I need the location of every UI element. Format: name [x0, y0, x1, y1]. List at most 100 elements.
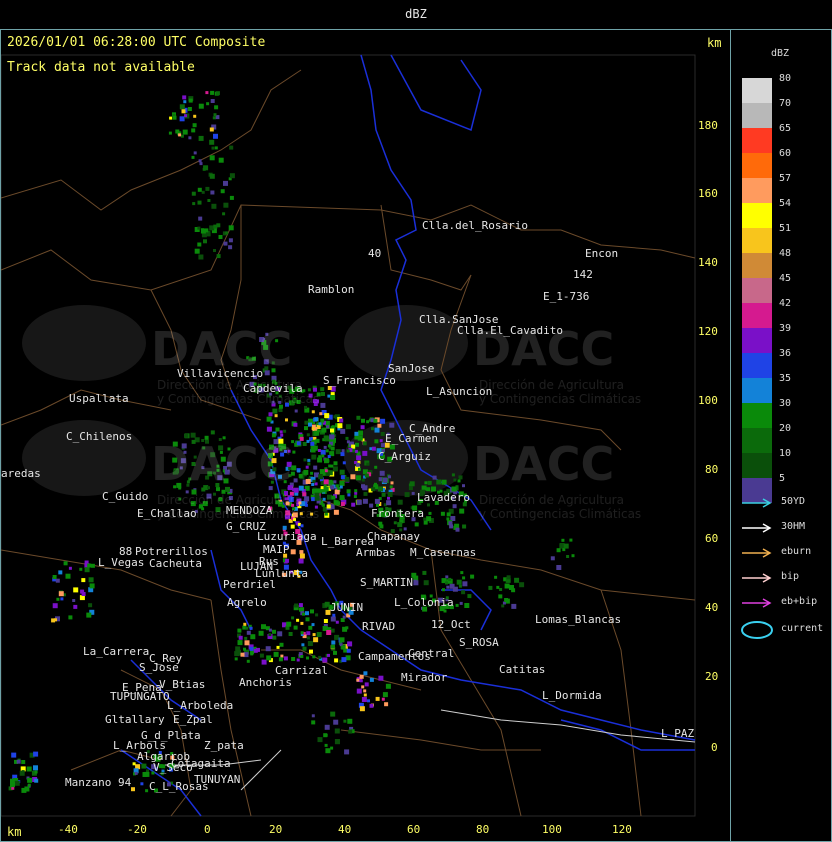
track-arrow-icon — [742, 548, 772, 558]
place-label-rivadavia: L_Colonia — [394, 596, 454, 609]
place-label-catitas: Catitas — [499, 663, 546, 676]
legend-swatch-label: 70 — [779, 98, 792, 109]
watermark-logo-text: DACC — [473, 437, 615, 491]
x-tick: 80 — [476, 823, 490, 836]
place-label-l-rosas: C_L_Rosas — [149, 780, 209, 793]
place-label-l-arboleda: L_Arboleda — [167, 699, 234, 712]
place-label-r142: 142 — [573, 268, 593, 281]
place-label-r40: 40 — [368, 247, 382, 260]
legend-swatch-label: 65 — [779, 123, 792, 134]
legend-swatch-label: 60 — [779, 148, 792, 159]
legend-swatch-label: 54 — [779, 198, 792, 209]
place-label-clla-rosario: Clla.del_Rosario — [422, 219, 528, 232]
place-label-ramblon: Ramblon — [308, 283, 355, 296]
legend-swatch — [742, 78, 772, 103]
watermark-logo-text: DACC — [151, 437, 293, 491]
y-tick: 80 — [705, 463, 719, 476]
legend-swatch — [742, 353, 772, 378]
radar-map-panel[interactable]: 2026/01/01 06:28:00 UTC Composite Track … — [0, 29, 731, 842]
place-label-luzuriaga: Luzuriaga — [257, 530, 317, 543]
window-title: dBZ — [405, 7, 427, 21]
place-label-encon: Encon — [585, 247, 619, 260]
legend-swatch — [742, 403, 772, 428]
legend-swatch — [742, 453, 772, 478]
place-label-villavicencio: Villavicencio — [177, 367, 264, 380]
legend-swatch-label: 80 — [779, 73, 792, 84]
y-tick: 140 — [698, 256, 718, 269]
title-bar: dBZ — [0, 0, 832, 30]
legend-swatch — [742, 328, 772, 353]
place-label-capdevila: Capdevila — [243, 382, 303, 395]
legend-panel: dBZ 80 70 65 60 57 54 51 48 45 42 39 36 35 30 20 10 5 50… — [730, 29, 832, 842]
legend-swatch — [742, 228, 772, 253]
legend-swatch — [742, 178, 772, 203]
place-label-paredas: aredas — [1, 467, 41, 480]
y-tick: 160 — [698, 187, 718, 200]
place-label-zpata: Z_pata — [204, 739, 244, 752]
legend-swatch-label: 36 — [779, 348, 792, 359]
legend-swatch-label: 30 — [779, 398, 792, 409]
track-label: 50YD — [781, 496, 806, 507]
legend-swatch — [742, 378, 772, 403]
place-label-cacheuta: Cacheuta — [149, 557, 202, 570]
place-label-lavadero: Lavadero — [417, 491, 470, 504]
y-tick: 20 — [705, 670, 719, 683]
x-tick: -20 — [127, 823, 147, 836]
legend-swatch — [742, 253, 772, 278]
track-arrow-icon — [742, 523, 772, 533]
place-label-c-arguiz: C_Arguiz — [378, 450, 431, 463]
place-label-s-francisco: S_Francisco — [323, 374, 396, 387]
place-label-gltallary: Gltallary — [105, 713, 165, 726]
track-arrow-icon — [742, 598, 772, 608]
current-label: current — [781, 623, 824, 634]
place-label-e-zpal: E_Zpal — [173, 713, 213, 726]
place-label-rivad: RIVAD — [362, 620, 396, 633]
y-tick: 60 — [705, 532, 719, 545]
watermark-caption: Dirección de Agricultura y Contingencias … — [479, 378, 642, 406]
place-label-s-jose: S_Jose — [139, 661, 179, 674]
legend-swatch — [742, 103, 772, 128]
current-ellipse-icon — [741, 621, 773, 639]
place-label-la-paz: L_PAZ — [661, 727, 695, 740]
watermark-caption: Dirección de Agricultura y Contingencias … — [479, 493, 642, 521]
place-label-e-carmen: E_Carmen — [385, 432, 438, 445]
place-label-cotagaita: Cotagaita — [171, 757, 231, 770]
place-label-m-casernas: M_Casernas — [410, 546, 477, 559]
track-arrow-icon — [742, 573, 772, 583]
x-tick: 100 — [542, 823, 562, 836]
legend-swatch-label: 51 — [779, 223, 792, 234]
place-label-armbas: Armbas — [356, 546, 396, 559]
place-label-l-dormida: L_Dormida — [542, 689, 602, 702]
y-tick: 100 — [698, 394, 718, 407]
x-tick: 120 — [612, 823, 632, 836]
track-arrow-icon — [742, 498, 772, 508]
place-label-e-challao: E_Challao — [137, 507, 197, 520]
place-label-clla-elcavadito: Clla.El_Cavadito — [457, 324, 563, 337]
place-label-l2oct: 12_Oct — [431, 618, 471, 631]
place-label-agrelo: Agrelo — [227, 596, 267, 609]
legend-swatch-label: 57 — [779, 173, 792, 184]
y-tick: 120 — [698, 325, 718, 338]
legend-swatch — [742, 153, 772, 178]
legend-swatch — [742, 128, 772, 153]
place-label-s-martin: S_MARTIN — [360, 576, 413, 589]
place-label-central: Central — [408, 647, 455, 660]
place-label-anchoris: Anchoris — [239, 676, 292, 689]
legend-title: dBZ — [771, 48, 790, 59]
place-label-e1736: E_1-736 — [543, 290, 590, 303]
x-tick: 60 — [407, 823, 421, 836]
x-tick: 40 — [338, 823, 352, 836]
legend-swatch — [742, 203, 772, 228]
y-tick: 0 — [711, 741, 718, 754]
place-label-mirador: Mirador — [401, 671, 448, 684]
place-label-lomas-blancas: Lomas_Blancas — [535, 613, 622, 626]
track-label: bip — [781, 571, 800, 582]
place-label-la-carrera: La_Carrera — [83, 645, 150, 658]
place-label-c-guido: C_Guido — [102, 490, 149, 503]
legend-swatch-label: 39 — [779, 323, 792, 334]
track-label: eburn — [781, 546, 812, 557]
legend-swatch-label: 10 — [779, 448, 792, 459]
legend-swatch — [742, 303, 772, 328]
place-label-c-chilenos: C_Chilenos — [66, 430, 133, 443]
place-label-junin: JUNIN — [330, 601, 364, 614]
